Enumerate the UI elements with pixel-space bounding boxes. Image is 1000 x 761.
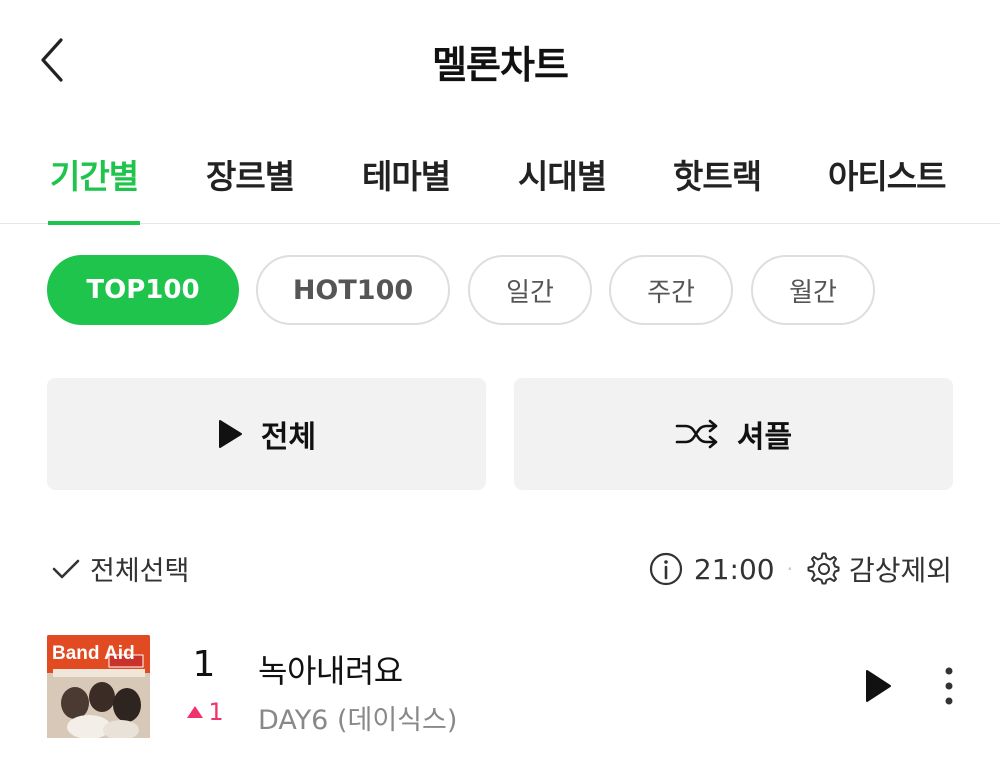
artist-name[interactable]: DAY6 (데이식스) <box>258 698 457 737</box>
more-vertical-icon <box>945 667 953 705</box>
tab-era[interactable]: 시대별 <box>518 150 607 224</box>
chart-update-time: 21:00 <box>693 552 775 586</box>
tab-theme[interactable]: 테마별 <box>362 150 451 224</box>
tab-artist[interactable]: 아티스트 <box>828 150 946 224</box>
tab-hot-track[interactable]: 핫트랙 <box>673 150 762 224</box>
song-title[interactable]: 녹아내려요 <box>258 646 403 692</box>
tab-label: 기간별 <box>50 157 139 196</box>
chip-top100[interactable]: TOP100 <box>47 255 239 325</box>
more-options-button[interactable] <box>934 664 964 708</box>
active-tab-indicator <box>48 221 141 225</box>
shuffle-button[interactable]: 셔플 <box>514 378 953 490</box>
play-all-label: 전체 <box>260 420 317 455</box>
play-all-button[interactable]: 전체 <box>47 378 486 490</box>
song-row[interactable]: Band Aid 1 1 녹아내려요 DAY6 (데이식스) <box>0 630 1000 745</box>
tab-label: 핫트랙 <box>673 157 762 196</box>
rank-up-triangle-icon <box>187 706 204 718</box>
category-tabs: 기간별 장르별 테마별 시대별 핫트랙 아티스트 <box>0 140 1000 225</box>
rank-number: 1 <box>192 644 216 685</box>
album-art[interactable]: Band Aid <box>47 635 150 738</box>
select-all-label: 전체선택 <box>90 556 190 587</box>
info-icon <box>649 552 682 586</box>
album-logo-text: Band Aid <box>52 643 135 664</box>
chip-weekly[interactable]: 주간 <box>609 255 733 325</box>
chart-info-tools: 21:00 · 감상제외 <box>648 549 952 589</box>
info-button[interactable] <box>648 551 684 587</box>
tab-label: 테마별 <box>362 157 451 196</box>
shuffle-icon <box>675 419 718 449</box>
shuffle-label: 셔플 <box>736 420 793 455</box>
tab-genre[interactable]: 장르별 <box>206 150 295 224</box>
chart-type-chips: TOP100 HOT100 일간 주간 월간 <box>0 255 1000 325</box>
tab-label: 장르별 <box>206 157 295 196</box>
chip-hot100[interactable]: HOT100 <box>256 255 450 325</box>
chip-monthly[interactable]: 월간 <box>751 255 875 325</box>
rank-change-value: 1 <box>208 698 224 726</box>
album-cover-image: Band Aid <box>47 635 150 738</box>
header: 멜론차트 <box>0 0 1000 118</box>
gear-icon <box>807 552 840 585</box>
select-all-button[interactable]: 전체선택 <box>52 549 189 588</box>
page-title: 멜론차트 <box>432 43 569 87</box>
rank-change: 1 <box>180 698 230 726</box>
tab-label: 아티스트 <box>828 157 946 196</box>
check-icon <box>52 559 80 578</box>
play-icon <box>218 420 242 448</box>
separator-dot: · <box>786 557 793 581</box>
tab-label: 시대별 <box>518 157 607 196</box>
play-icon <box>866 670 891 702</box>
song-play-button[interactable] <box>858 664 898 708</box>
chip-daily[interactable]: 일간 <box>468 255 592 325</box>
list-toolbar: 전체선택 21:00 · 감상제외 <box>0 545 1000 601</box>
exclude-listening-button[interactable]: 감상제외 <box>807 549 952 589</box>
exclude-listening-label: 감상제외 <box>848 554 952 587</box>
tab-period[interactable]: 기간별 <box>48 150 141 225</box>
